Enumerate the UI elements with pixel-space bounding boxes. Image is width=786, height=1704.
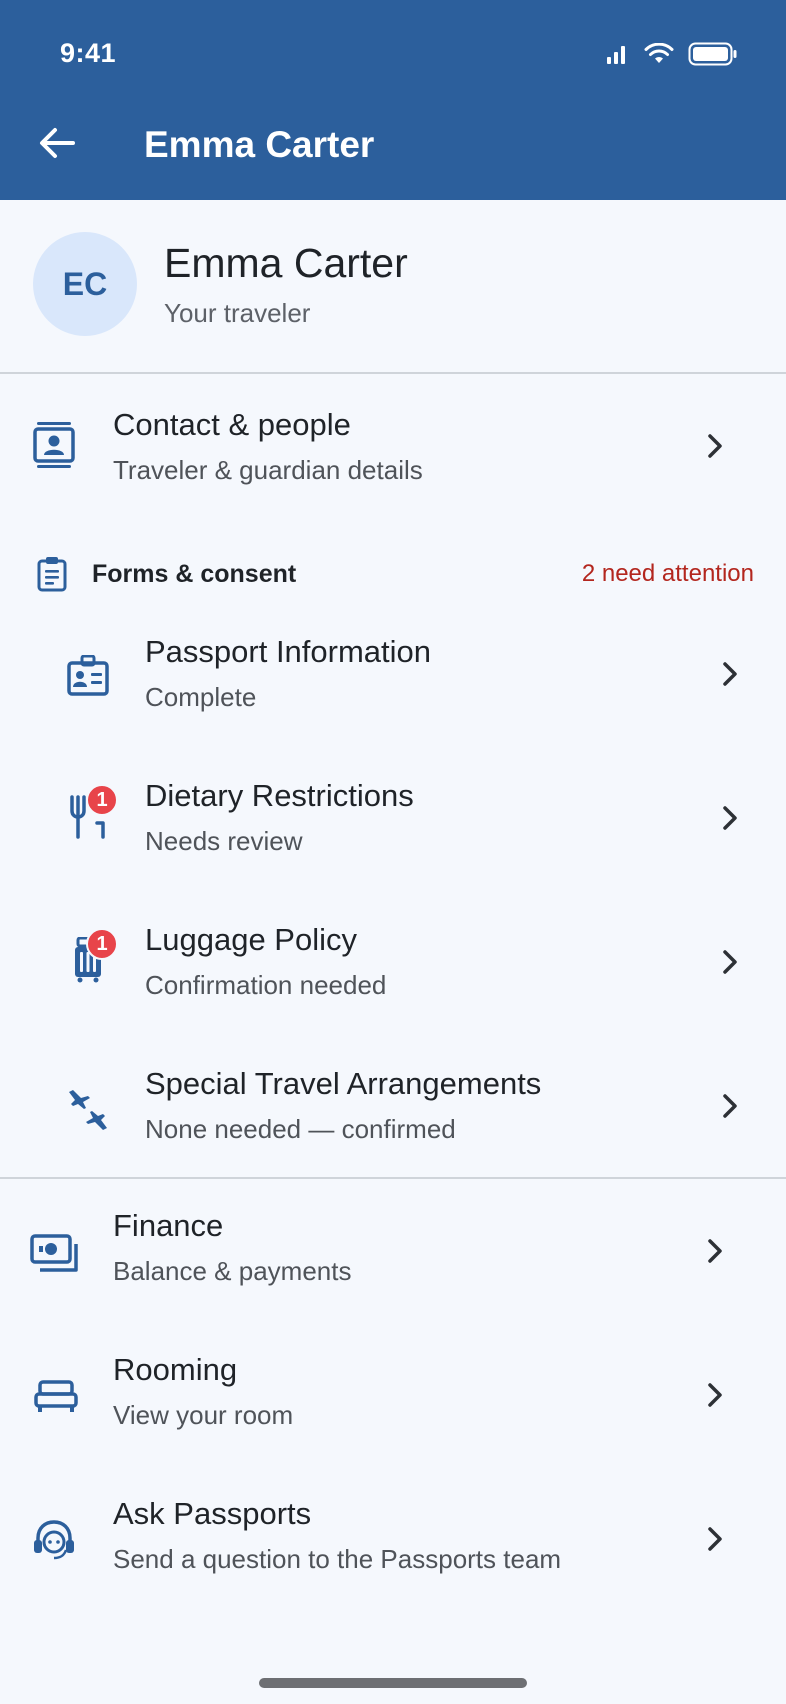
ask-passports-row[interactable]: Ask Passports Send a question to the Pas…	[0, 1478, 786, 1604]
rooming-row[interactable]: Rooming View your room	[0, 1334, 786, 1460]
menu-item-subtitle: Balance & payments	[113, 1256, 352, 1286]
form-item-status: Needs review	[145, 826, 303, 856]
back-button[interactable]	[32, 118, 82, 168]
chevron-right-icon	[715, 947, 745, 977]
finance-row[interactable]: Finance Balance & payments	[0, 1190, 786, 1316]
form-item-special-travel[interactable]: Special Travel Arrangements None needed …	[0, 1046, 786, 1172]
chevron-right-icon	[715, 803, 745, 833]
arrow-left-icon	[40, 128, 75, 158]
payments-icon	[30, 1230, 78, 1278]
traveler-subtitle: Your traveler	[164, 298, 311, 328]
forms-consent-header: Forms & consent 2 need attention	[0, 548, 786, 600]
bed-icon	[32, 1372, 80, 1420]
chevron-right-icon	[700, 1236, 730, 1266]
forms-consent-label: Forms & consent	[92, 560, 297, 588]
page-title: Emma Carter	[144, 124, 375, 165]
chevron-right-icon	[700, 1380, 730, 1410]
avatar: EC	[33, 232, 137, 336]
chevron-right-icon	[715, 659, 745, 689]
contact-card-icon	[30, 421, 78, 469]
menu-item-title: Ask Passports	[113, 1496, 312, 1531]
chevron-right-icon	[700, 1524, 730, 1554]
id-card-icon	[64, 652, 112, 700]
status-time: 9:41	[60, 38, 117, 68]
notification-badge: 1	[86, 784, 118, 816]
menu-item-subtitle: Send a question to the Passports team	[113, 1544, 562, 1574]
contact-people-subtitle: Traveler & guardian details	[113, 455, 423, 485]
traveler-name: Emma Carter	[164, 240, 408, 286]
form-item-title: Luggage Policy	[145, 922, 357, 957]
section-divider	[0, 1177, 786, 1179]
connecting-flights-icon	[64, 1086, 112, 1134]
home-indicator	[259, 1678, 527, 1688]
form-item-title: Passport Information	[145, 634, 432, 669]
attention-count: 2 need attention	[581, 560, 754, 587]
battery-icon	[688, 42, 738, 71]
form-item-title: Dietary Restrictions	[145, 778, 414, 813]
form-item-luggage[interactable]: 1 Luggage Policy Confirmation needed	[0, 902, 786, 1028]
status-icons	[606, 42, 738, 71]
chevron-right-icon	[700, 431, 730, 461]
traveler-profile: EC Emma Carter Your traveler	[0, 200, 786, 374]
menu-item-title: Finance	[113, 1208, 224, 1243]
notification-badge: 1	[86, 928, 118, 960]
chevron-right-icon	[715, 1091, 745, 1121]
wifi-icon	[644, 42, 674, 70]
form-item-status: Confirmation needed	[145, 970, 387, 1000]
form-item-status: None needed — confirmed	[145, 1114, 456, 1144]
support-agent-icon	[30, 1516, 78, 1564]
form-item-title: Special Travel Arrangements	[145, 1066, 542, 1101]
form-item-dietary[interactable]: 1 Dietary Restrictions Needs review	[0, 758, 786, 884]
form-item-passport[interactable]: Passport Information Complete	[0, 614, 786, 740]
signal-icon	[606, 43, 630, 70]
form-item-status: Complete	[145, 682, 257, 712]
menu-item-subtitle: View your room	[113, 1400, 294, 1430]
menu-item-title: Rooming	[113, 1352, 238, 1387]
contact-people-title: Contact & people	[113, 407, 351, 442]
contact-people-row[interactable]: Contact & people Traveler & guardian det…	[0, 383, 786, 509]
app-bar: 9:41 Emma Carter	[0, 0, 786, 200]
clipboard-icon	[36, 556, 68, 597]
